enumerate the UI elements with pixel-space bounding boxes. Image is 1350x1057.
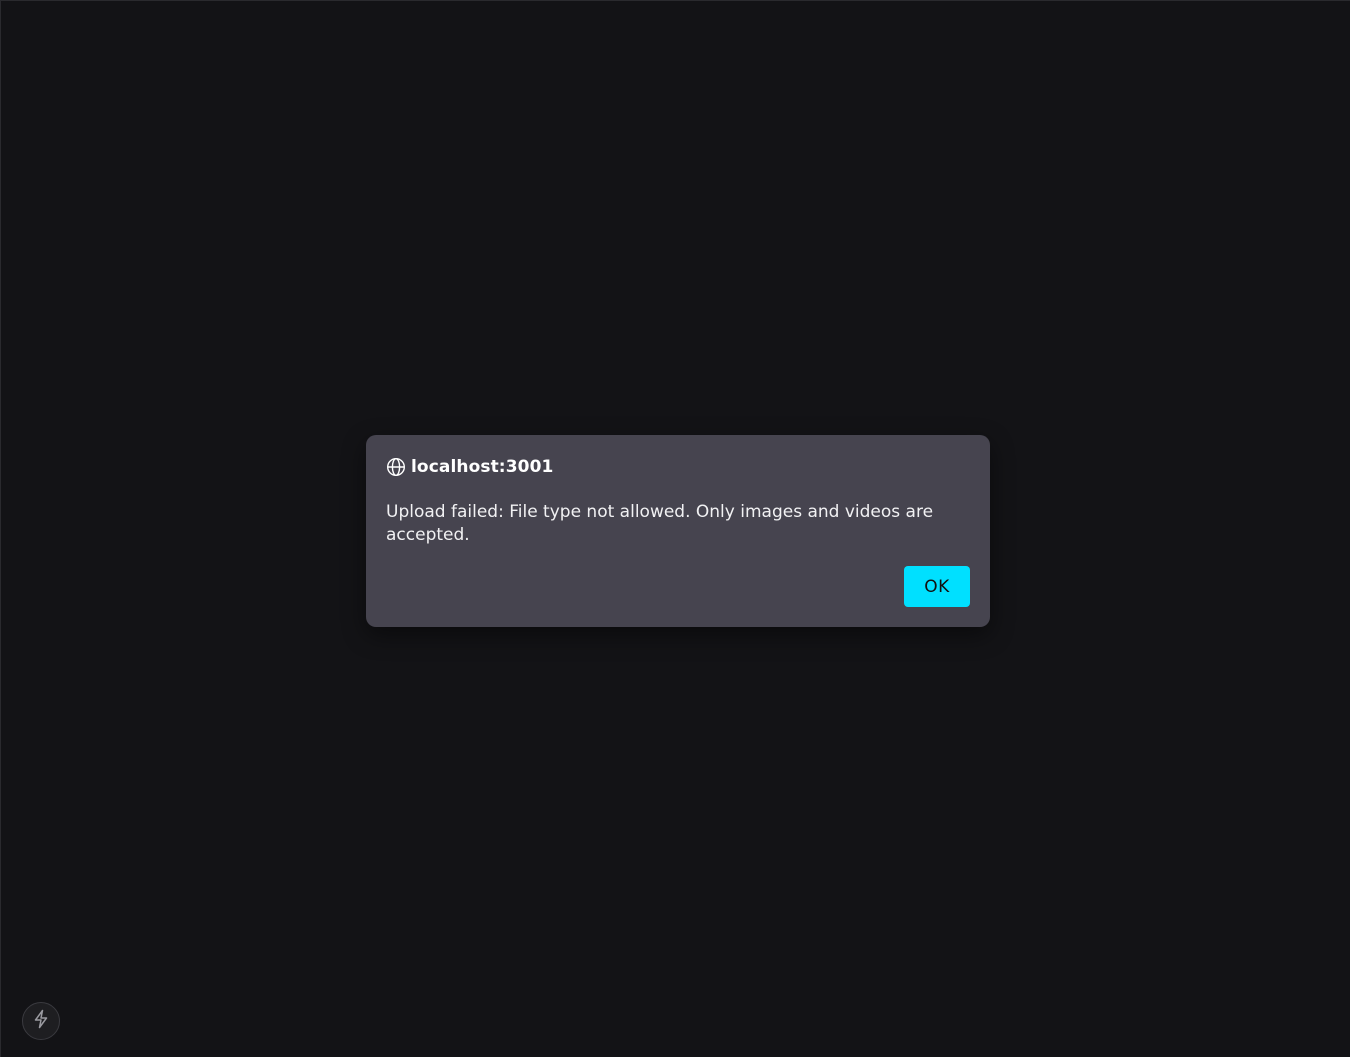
dev-tools-indicator[interactable] xyxy=(22,1002,60,1040)
dialog-origin: localhost:3001 xyxy=(411,457,554,477)
browser-viewport: localhost:3001 Upload failed: File type … xyxy=(0,0,1350,1057)
dialog-message: Upload failed: File type not allowed. On… xyxy=(386,502,934,545)
alert-dialog: localhost:3001 Upload failed: File type … xyxy=(366,435,990,627)
ok-button[interactable]: OK xyxy=(904,566,970,607)
globe-icon xyxy=(386,457,406,477)
dialog-header: localhost:3001 xyxy=(386,455,970,479)
lightning-icon xyxy=(32,1009,50,1033)
